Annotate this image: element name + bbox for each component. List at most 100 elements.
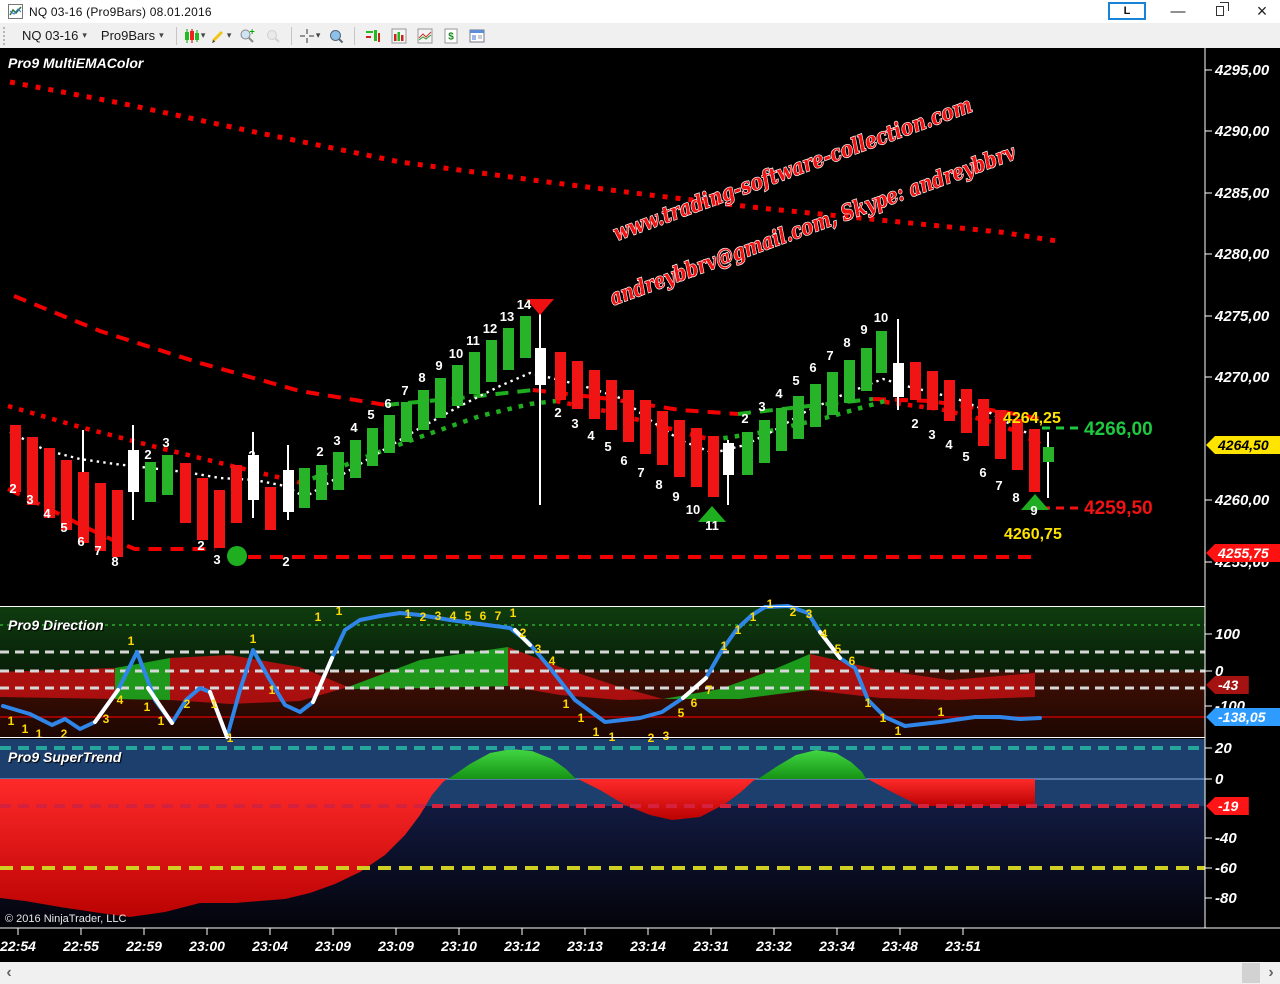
chart-trader-icon[interactable] — [360, 25, 386, 47]
account-data-icon[interactable]: $ — [438, 25, 464, 47]
price-tag-label: 4264,50 — [1217, 437, 1269, 453]
direction-count-label: 5 — [835, 642, 842, 656]
axis-tick-label: -80 — [1215, 890, 1237, 907]
period-selector[interactable]: Pro9Bars ▾ — [94, 26, 171, 45]
price-bar — [827, 372, 838, 415]
time-tick-label: 23:14 — [629, 938, 666, 954]
bar-count-label: 3 — [333, 433, 340, 448]
price-bar — [759, 420, 770, 463]
scrollbar-thumb[interactable] — [1242, 963, 1260, 983]
direction-count-label: 1 — [250, 632, 257, 646]
close-button[interactable]: × — [1252, 1, 1272, 21]
bar-count-label: 5 — [367, 407, 374, 422]
price-bar — [927, 371, 938, 410]
price-tag-label: -138,05 — [1218, 709, 1266, 725]
toolbar-separator — [291, 27, 292, 45]
price-bar — [214, 490, 225, 548]
bar-count-label: 3 — [758, 399, 765, 414]
time-tick-label: 23:48 — [881, 938, 918, 954]
bar-count-label: 7 — [995, 478, 1002, 493]
price-bar — [535, 348, 546, 385]
direction-count-label: 1 — [158, 714, 165, 728]
bar-count-label: 7 — [826, 348, 833, 363]
scroll-right-icon[interactable]: › — [1262, 962, 1280, 984]
chart-area[interactable]: 2345678232322234567891011121314234567891… — [0, 48, 1280, 962]
price-bar — [384, 415, 395, 453]
data-box-icon[interactable] — [323, 25, 349, 47]
price-bar — [283, 470, 294, 512]
bar-count-label: 5 — [792, 373, 799, 388]
chevron-down-icon: ▾ — [159, 30, 164, 41]
price-bar — [486, 340, 497, 382]
price-bar — [299, 468, 310, 508]
toolbar-grip[interactable] — [3, 27, 11, 45]
link-button[interactable]: L — [1108, 2, 1146, 20]
bar-count-label: 2 — [282, 554, 289, 569]
bar-count-label: 3 — [571, 416, 578, 431]
price-bar — [657, 411, 668, 465]
indicators-icon[interactable] — [386, 25, 412, 47]
bar-count-label: 9 — [672, 489, 679, 504]
price-bar — [640, 400, 651, 454]
bar-count-label: 8 — [1012, 490, 1019, 505]
price-level-label: 4266,00 — [1084, 419, 1153, 440]
direction-count-label: 1 — [22, 722, 29, 736]
dot-marker — [227, 546, 247, 566]
price-bar — [876, 331, 887, 373]
time-tick-label: 22:55 — [62, 938, 99, 954]
price-bar — [910, 362, 921, 400]
horizontal-scrollbar[interactable]: ‹ › — [0, 962, 1280, 984]
chart-style-icon[interactable]: ▾ — [182, 25, 208, 47]
price-bar — [776, 408, 787, 451]
price-bar — [623, 390, 634, 442]
drawing-tools-icon[interactable]: ▾ — [208, 25, 234, 47]
time-tick-label: 23:51 — [944, 938, 981, 954]
price-bar — [961, 389, 972, 433]
direction-count-label: 1 — [8, 714, 15, 728]
axis-tick-label: 4285,00 — [1214, 185, 1270, 202]
bar-count-label: 9 — [1030, 503, 1037, 518]
time-tick-label: 23:12 — [503, 938, 540, 954]
direction-count-label: 1 — [269, 683, 276, 697]
zoom-in-icon[interactable]: + — [234, 25, 260, 47]
price-bar — [742, 432, 753, 475]
bar-count-label: 8 — [111, 554, 118, 569]
bar-count-label: 13 — [500, 309, 514, 324]
strategies-icon[interactable] — [412, 25, 438, 47]
panel-title-direction: Pro9 Direction — [8, 617, 104, 633]
bar-count-label: 5 — [60, 520, 67, 535]
price-bar — [1029, 429, 1040, 492]
bar-count-label: 2 — [197, 538, 204, 553]
window-controls: L — × — [1108, 1, 1272, 21]
price-bar — [452, 365, 463, 406]
time-tick-label: 23:09 — [314, 938, 351, 954]
price-level-label: 4264,25 — [1003, 410, 1061, 427]
instrument-selector[interactable]: NQ 03-16 ▾ — [15, 26, 94, 45]
price-bar — [893, 363, 904, 397]
restore-button[interactable] — [1210, 1, 1230, 21]
bar-count-label: 10 — [874, 310, 888, 325]
price-bar — [520, 316, 531, 358]
direction-count-label: 2 — [420, 610, 427, 624]
minimize-button[interactable]: — — [1168, 1, 1188, 21]
time-tick-label: 22:59 — [125, 938, 162, 954]
direction-count-label: 6 — [691, 696, 698, 710]
direction-count-label: 1 — [880, 711, 887, 725]
scroll-left-icon[interactable]: ‹ — [0, 962, 18, 984]
direction-count-label: 1 — [767, 597, 774, 611]
price-bar — [78, 472, 89, 543]
time-tick-label: 23:34 — [818, 938, 855, 954]
price-bar — [401, 402, 412, 442]
restore-icon — [1216, 6, 1224, 16]
price-bar — [555, 352, 566, 400]
axis-tick-label: 4280,00 — [1214, 246, 1270, 263]
price-bar — [572, 361, 583, 409]
time-tick-label: 23:10 — [440, 938, 477, 954]
price-bar — [197, 478, 208, 540]
properties-icon[interactable] — [464, 25, 490, 47]
bar-count-label: 8 — [843, 335, 850, 350]
direction-count-label: 1 — [721, 639, 728, 653]
toolbar-separator — [354, 27, 355, 45]
crosshair-icon[interactable]: ▾ — [297, 25, 323, 47]
axis-tick-label: 4260,00 — [1214, 492, 1270, 509]
